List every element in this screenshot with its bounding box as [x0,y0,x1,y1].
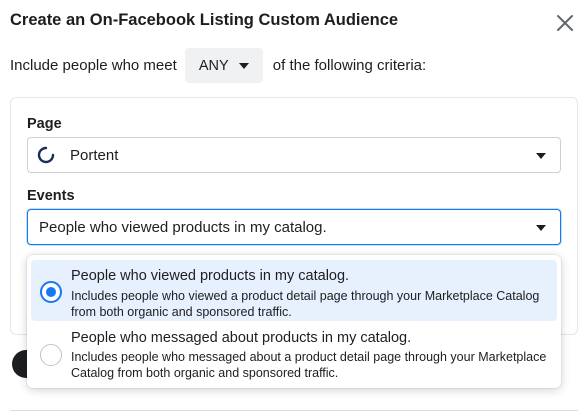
option-description: Includes people who messaged about a pro… [71,350,547,380]
events-value: People who viewed products in my catalog… [39,218,327,236]
option-title: People who messaged about products in my… [71,330,412,346]
match-type-dropdown[interactable]: ANY [184,48,263,83]
close-icon [557,15,573,31]
page-select[interactable]: Portent [27,137,561,173]
option-description: Includes people who viewed a product det… [71,289,540,319]
page-label: Page [27,116,62,132]
events-select[interactable]: People who viewed products in my catalog… [27,209,561,245]
radio-unchecked-icon[interactable] [40,344,62,366]
criteria-prefix: Include people who meet [10,57,177,74]
chevron-down-icon [536,225,546,231]
footer-divider [10,410,578,411]
criteria-suffix: of the following criteria: [272,57,427,74]
match-type-value: ANY [198,57,229,74]
chevron-down-icon [536,153,546,159]
events-option[interactable]: People who messaged about products in my… [31,324,557,385]
page-logo-icon [36,145,56,165]
dialog-title: Create an On-Facebook Listing Custom Aud… [10,11,399,29]
events-dropdown-menu: People who viewed products in my catalog… [27,255,561,388]
custom-audience-dialog: Create an On-Facebook Listing Custom Aud… [0,0,588,413]
events-option[interactable]: People who viewed products in my catalog… [31,260,557,321]
criteria-row: Include people who meet ANY of the follo… [10,48,426,83]
events-label: Events [27,188,75,204]
option-title: People who viewed products in my catalog… [71,268,350,284]
page-name: Portent [70,146,119,164]
chevron-down-icon [238,62,249,69]
radio-checked-icon[interactable] [40,281,62,303]
close-button[interactable] [554,12,576,34]
